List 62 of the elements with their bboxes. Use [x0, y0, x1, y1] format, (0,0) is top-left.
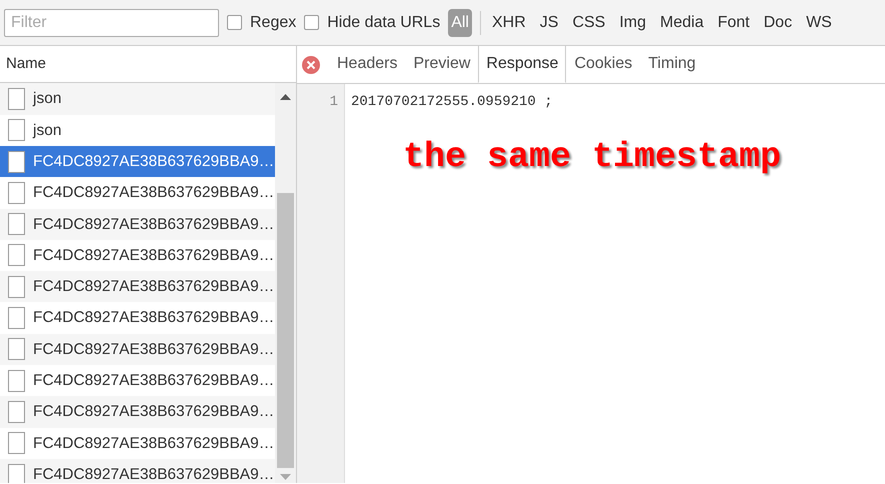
request-name: FC4DC8927AE38B637629BBA9… — [33, 152, 274, 172]
line-number: 1 — [328, 93, 338, 112]
file-icon — [8, 182, 25, 204]
request-name: FC4DC8927AE38B637629BBA9… — [33, 464, 274, 483]
request-row[interactable]: FC4DC8927AE38B637629BBA9… — [0, 177, 275, 209]
type-filter-button[interactable]: Doc — [760, 8, 796, 36]
file-icon — [8, 88, 25, 110]
request-row[interactable]: json — [0, 114, 275, 146]
request-row[interactable]: FC4DC8927AE38B637629BBA9… — [0, 302, 275, 334]
request-row[interactable]: FC4DC8927AE38B637629BBA9… — [0, 396, 275, 428]
tab[interactable]: Cookies — [566, 45, 640, 83]
request-name: FC4DC8927AE38B637629BBA9… — [33, 402, 274, 422]
request-row[interactable]: FC4DC8927AE38B637629BBA9… — [0, 428, 275, 459]
file-icon — [8, 276, 25, 298]
request-row[interactable]: FC4DC8927AE38B637629BBA9… — [0, 146, 275, 178]
file-icon — [8, 150, 25, 173]
request-name: json — [33, 89, 62, 110]
file-icon — [8, 244, 25, 266]
file-icon — [8, 119, 25, 142]
request-row[interactable]: FC4DC8927AE38B637629BBA9… — [0, 271, 275, 302]
request-row[interactable]: FC4DC8927AE38B637629BBA9… — [0, 458, 275, 483]
file-icon — [8, 338, 25, 360]
close-icon[interactable] — [301, 55, 321, 75]
request-name: FC4DC8927AE38B637629BBA9… — [33, 308, 274, 328]
request-row[interactable]: FC4DC8927AE38B637629BBA9… — [0, 240, 275, 272]
request-row[interactable]: FC4DC8927AE38B637629BBA9… — [0, 365, 275, 396]
request-name: FC4DC8927AE38B637629BBA9… — [33, 277, 274, 298]
checkbox[interactable] — [304, 15, 320, 30]
request-name: FC4DC8927AE38B637629BBA9… — [33, 371, 274, 392]
type-filter-button[interactable]: WS — [803, 8, 835, 36]
code-line: 20170702172555.0959210 ; — [351, 93, 554, 112]
request-name: FC4DC8927AE38B637629BBA9… — [33, 340, 274, 360]
file-icon — [8, 400, 25, 423]
request-row[interactable]: json — [0, 83, 275, 115]
request-row[interactable]: FC4DC8927AE38B637629BBA9… — [0, 208, 275, 240]
type-filter-button[interactable]: Media — [657, 8, 707, 36]
type-filter-button[interactable]: Font — [714, 8, 753, 36]
annotation-text: the same timestamp — [403, 136, 782, 179]
request-name: FC4DC8927AE38B637629BBA9… — [33, 434, 274, 454]
tab[interactable]: Timing — [640, 45, 704, 83]
tab[interactable]: Headers — [329, 45, 406, 83]
request-row[interactable]: FC4DC8927AE38B637629BBA9… — [0, 334, 275, 366]
request-name: FC4DC8927AE38B637629BBA9… — [33, 183, 274, 204]
checkbox-label[interactable]: Regex — [250, 10, 296, 34]
filter-field[interactable]: Filter — [4, 8, 219, 36]
type-filter-button[interactable]: CSS — [569, 8, 608, 36]
request-name: json — [33, 120, 62, 141]
tab[interactable]: Preview — [405, 45, 478, 83]
request-name: FC4DC8927AE38B637629BBA9… — [33, 246, 274, 266]
scrollbar[interactable] — [275, 83, 296, 483]
type-filter-button[interactable]: Img — [616, 8, 650, 36]
request-name: FC4DC8927AE38B637629BBA9… — [33, 214, 274, 235]
file-icon — [8, 213, 25, 236]
type-filter-button[interactable]: XHR — [488, 8, 529, 36]
file-icon — [8, 370, 25, 392]
checkbox[interactable] — [227, 15, 242, 30]
file-icon — [8, 432, 25, 454]
checkbox-label[interactable]: Hide data URLs — [327, 10, 440, 34]
tab[interactable]: Response — [478, 45, 566, 83]
file-icon — [8, 307, 25, 330]
type-filter-button[interactable]: JS — [536, 8, 562, 36]
file-icon — [8, 464, 25, 483]
